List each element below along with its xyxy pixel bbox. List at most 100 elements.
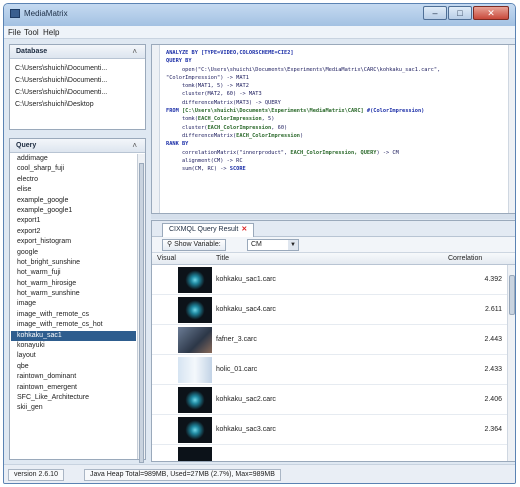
result-scrollbar[interactable] — [507, 265, 515, 461]
query-list-item[interactable]: addimage — [11, 154, 136, 164]
query-editor[interactable]: ANALYZE BY [TYPE=VIDEO,COLORSCHEME=CIE2]… — [151, 44, 515, 214]
query-code[interactable]: ANALYZE BY [TYPE=VIDEO,COLORSCHEME=CIE2]… — [166, 49, 506, 173]
query-list-item[interactable]: raintown_dominant — [11, 372, 136, 382]
query-list-item[interactable]: hot_warm_sunshine — [11, 289, 136, 299]
query-list-item[interactable]: layout — [11, 351, 136, 361]
code-token: tomk(MAT1, 5) -> MAT2 — [166, 83, 249, 90]
code-token: EACH_ColorImpression — [207, 124, 272, 131]
result-thumbnail[interactable] — [178, 267, 212, 293]
query-list-item[interactable]: image — [11, 299, 136, 309]
chevron-up-icon[interactable]: ˄ — [132, 47, 137, 56]
result-thumbnail[interactable] — [178, 297, 212, 323]
query-panel-header[interactable]: Query ˄ — [10, 139, 145, 153]
code-line: correlationMatrix("innerproduct", EACH_C… — [166, 149, 506, 157]
result-row[interactable]: kohkaku_sac4.carc 2.611 — [152, 295, 508, 325]
database-item[interactable]: C:\Users\shuichi\Desktop — [10, 99, 145, 111]
query-list-scrollbar[interactable] — [137, 154, 145, 463]
code-line: differenceMatrix(MAT3) -> QUERY — [166, 99, 506, 107]
database-item[interactable]: C:\Users\shuichi\Documenti... — [10, 63, 145, 75]
query-list-item[interactable]: export_histogram — [11, 237, 136, 247]
code-token: differenceMatrix(MAT3) -> QUERY — [166, 99, 281, 106]
result-row[interactable]: fafner_3.carc 2.443 — [152, 325, 508, 355]
code-token: QUERY BY — [166, 58, 192, 65]
query-panel: Query ˄ addimage cool_sharp_fuji electro el… — [9, 138, 146, 463]
query-list-item[interactable]: hot_warm_hirosige — [11, 279, 136, 289]
query-list-item[interactable]: cool_sharp_fuji — [11, 164, 136, 174]
maximize-button[interactable]: □ — [448, 6, 472, 20]
code-line: RANK BY — [166, 140, 506, 148]
code-token: ) -> CM — [376, 149, 399, 156]
tab-query-result[interactable]: CIXMQL Query Result ✕ — [162, 223, 255, 237]
column-visual[interactable]: Visual — [157, 255, 176, 262]
query-list-item[interactable]: hot_warm_fuji — [11, 268, 136, 278]
pane-splitter[interactable] — [151, 214, 515, 219]
app-icon — [10, 9, 20, 18]
result-title: kohkaku_sac1.carc — [216, 276, 276, 283]
menu-file[interactable]: File — [8, 28, 21, 37]
database-item[interactable]: C:\Users\shuichi\Documenti... — [10, 87, 145, 99]
code-token: sum(CM, RC) -> — [166, 166, 230, 173]
result-row[interactable]: holic_01.carc 2.433 — [152, 355, 508, 385]
query-list-item[interactable]: SFC_Like_Architecture — [11, 393, 136, 403]
query-list-item[interactable]: elise — [11, 185, 136, 195]
result-thumbnail[interactable] — [178, 327, 212, 353]
main-window: MediaMatrix – □ ✕ File Tool Help Databas… — [3, 3, 516, 484]
database-panel-header[interactable]: Database ˄ — [10, 45, 145, 59]
code-token: ANALYZE BY — [166, 50, 202, 56]
variable-select[interactable]: CM ▼ — [247, 239, 299, 251]
editor-scrollbar[interactable] — [508, 45, 515, 213]
query-list-item[interactable]: konayuki — [11, 341, 136, 351]
code-token: ) — [299, 132, 304, 139]
result-title: kohkaku_sac4.carc — [216, 306, 276, 313]
query-list-item[interactable]: hot_bright_sunshine — [11, 258, 136, 268]
result-correlation: 2.433 — [484, 366, 502, 373]
result-correlation: 2.364 — [484, 426, 502, 433]
code-token: [TYPE=VIDEO,COLORSCHEME=CIE2] — [201, 50, 294, 56]
query-list-item[interactable]: kohkaku_sac1 — [11, 330, 136, 342]
query-list-item[interactable]: image_with_remote_cs — [11, 310, 136, 320]
status-bar: version 2.6.10 Java Heap Total=989MB, Us… — [4, 464, 515, 483]
menu-help[interactable]: Help — [43, 28, 59, 37]
result-thumbnail[interactable] — [178, 387, 212, 413]
result-correlation: 2.406 — [484, 396, 502, 403]
column-title[interactable]: Title — [216, 255, 229, 262]
menu-tool[interactable]: Tool — [24, 28, 39, 37]
chevron-up-icon[interactable]: ˄ — [132, 141, 137, 150]
query-list-item[interactable]: electro — [11, 175, 136, 185]
code-line: differenceMatrix(EACH_ColorImpression) — [166, 132, 506, 140]
query-list-item[interactable]: raintown_emergent — [11, 383, 136, 393]
query-list-item[interactable]: export2 — [11, 227, 136, 237]
result-thumbnail[interactable] — [178, 447, 212, 461]
close-tab-icon[interactable]: ✕ — [241, 226, 247, 233]
code-line: tomk(MAT1, 5) -> MAT2 — [166, 82, 506, 90]
window-title: MediaMatrix — [24, 9, 68, 18]
query-list: addimage cool_sharp_fuji electro elise examp… — [11, 154, 136, 459]
query-list-item[interactable]: skii_gen — [11, 403, 136, 413]
query-list-item[interactable]: qbe — [11, 362, 136, 372]
database-item[interactable]: C:\Users\shuichi\Documenti... — [10, 75, 145, 87]
title-bar[interactable]: MediaMatrix – □ ✕ — [4, 4, 515, 26]
scrollbar-thumb[interactable] — [509, 275, 515, 315]
query-list-item[interactable]: export1 — [11, 216, 136, 226]
query-list-item[interactable]: image_with_remote_cs_hot — [11, 320, 136, 330]
show-variable-button[interactable]: ⚲ Show Variable: — [162, 239, 226, 251]
result-row[interactable]: kohkaku_sac3.carc 2.364 — [152, 415, 508, 445]
result-correlation: 2.611 — [485, 306, 502, 313]
chevron-down-icon[interactable]: ▼ — [288, 240, 298, 250]
query-list-item[interactable]: google — [11, 248, 136, 258]
database-panel: Database ˄ C:\Users\shuichi\Documenti...… — [9, 44, 146, 130]
result-thumbnail[interactable] — [178, 357, 212, 383]
minimize-button[interactable]: – — [423, 6, 447, 20]
query-list-item[interactable]: example_google — [11, 196, 136, 206]
result-thumbnail[interactable] — [178, 417, 212, 443]
query-list-item[interactable]: example_google1 — [11, 206, 136, 216]
column-correlation[interactable]: Correlation — [448, 255, 482, 262]
code-token: #(ColorImpression) — [363, 108, 425, 115]
result-row[interactable]: kohkaku_sac2.carc 2.406 — [152, 385, 508, 415]
scrollbar-thumb[interactable] — [139, 163, 144, 463]
variable-value: CM — [251, 241, 262, 248]
close-button[interactable]: ✕ — [473, 6, 509, 20]
result-correlation: 4.392 — [484, 276, 502, 283]
result-row[interactable]: kohkaku_sac1.carc 4.392 — [152, 265, 508, 295]
result-row[interactable] — [152, 445, 508, 461]
